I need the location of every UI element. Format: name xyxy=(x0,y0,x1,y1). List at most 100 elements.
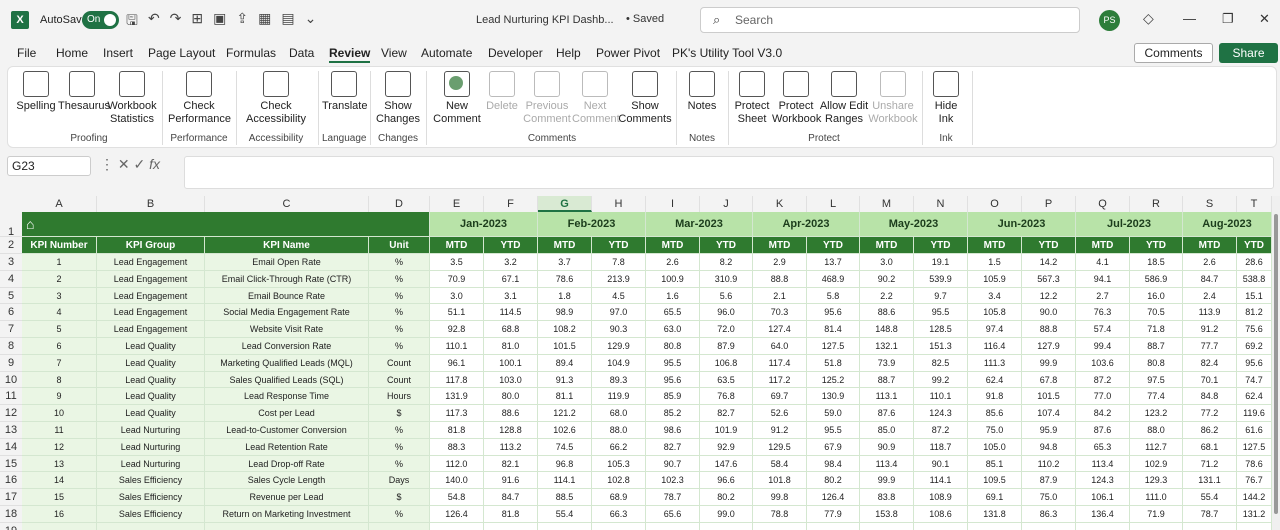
value-cell[interactable]: 87.2 xyxy=(1076,371,1130,389)
value-cell[interactable]: 104.9 xyxy=(592,354,646,372)
empty-cell[interactable] xyxy=(592,522,646,530)
value-cell[interactable]: 124.3 xyxy=(1076,472,1130,490)
kpi-cell[interactable]: $ xyxy=(369,489,430,506)
value-cell[interactable]: 127.9 xyxy=(1022,338,1076,355)
value-cell[interactable]: 127.5 xyxy=(1237,438,1272,456)
calculator-icon[interactable]: ▦ xyxy=(258,10,271,34)
row-header-8[interactable]: 8 xyxy=(0,338,22,355)
value-cell[interactable]: 88.7 xyxy=(860,371,914,389)
value-cell[interactable]: 144.2 xyxy=(1237,489,1272,506)
empty-cell[interactable] xyxy=(484,522,538,530)
value-cell[interactable]: 127.4 xyxy=(753,321,807,338)
column-title[interactable]: KPI Number xyxy=(22,237,97,254)
value-cell[interactable]: 108.6 xyxy=(914,506,968,523)
column-header-N[interactable]: N xyxy=(914,196,968,212)
row-header-1[interactable]: 1 xyxy=(0,212,22,238)
ytd-header[interactable]: YTD xyxy=(484,237,538,254)
value-cell[interactable]: 85.9 xyxy=(646,388,700,406)
kpi-cell[interactable]: Days xyxy=(369,472,430,490)
kpi-cell[interactable]: Revenue per Lead xyxy=(205,489,369,506)
thesaurus-button[interactable]: Thesaurus xyxy=(58,71,110,113)
value-cell[interactable]: 96.0 xyxy=(700,304,753,322)
value-cell[interactable]: 2.1 xyxy=(753,287,807,305)
value-cell[interactable]: 84.2 xyxy=(1076,405,1130,422)
value-cell[interactable]: 96.1 xyxy=(430,354,484,372)
column-header-O[interactable]: O xyxy=(968,196,1022,212)
value-cell[interactable]: 124.3 xyxy=(914,405,968,422)
value-cell[interactable]: 28.6 xyxy=(1237,254,1272,271)
value-cell[interactable]: 3.5 xyxy=(430,254,484,271)
save-icon[interactable]: 🖫 xyxy=(126,10,138,34)
kpi-cell[interactable]: % xyxy=(369,438,430,456)
tab-automate[interactable]: Automate xyxy=(421,46,472,60)
value-cell[interactable]: 131.1 xyxy=(1183,472,1237,490)
value-cell[interactable]: 58.4 xyxy=(753,455,807,473)
kpi-cell[interactable]: % xyxy=(369,455,430,473)
value-cell[interactable]: 119.6 xyxy=(1237,405,1272,422)
previous-comment-button[interactable]: Previous Comment xyxy=(522,71,572,126)
tab-data[interactable]: Data xyxy=(289,46,314,60)
value-cell[interactable]: 131.8 xyxy=(968,506,1022,523)
kpi-cell[interactable]: Lead Engagement xyxy=(97,287,205,305)
value-cell[interactable]: 16.0 xyxy=(1130,287,1183,305)
value-cell[interactable]: 14.2 xyxy=(1022,254,1076,271)
value-cell[interactable]: 80.0 xyxy=(484,388,538,406)
value-cell[interactable]: 586.9 xyxy=(1130,270,1183,288)
value-cell[interactable]: 95.6 xyxy=(646,371,700,389)
value-cell[interactable]: 85.1 xyxy=(968,455,1022,473)
value-cell[interactable]: 103.6 xyxy=(1076,354,1130,372)
value-cell[interactable]: 88.8 xyxy=(753,270,807,288)
value-cell[interactable]: 2.7 xyxy=(1076,287,1130,305)
value-cell[interactable]: 101.8 xyxy=(753,472,807,490)
row-header-18[interactable]: 18 xyxy=(0,506,22,523)
kpi-cell[interactable]: $ xyxy=(369,405,430,422)
kpi-cell[interactable]: Lead Quality xyxy=(97,354,205,372)
value-cell[interactable]: 105.8 xyxy=(968,304,1022,322)
empty-cell[interactable] xyxy=(646,522,700,530)
value-cell[interactable]: 63.0 xyxy=(646,321,700,338)
value-cell[interactable]: 13.7 xyxy=(807,254,860,271)
value-cell[interactable]: 81.8 xyxy=(484,506,538,523)
kpi-cell[interactable]: 7 xyxy=(22,354,97,372)
kpi-cell[interactable]: Lead Drop-off Rate xyxy=(205,455,369,473)
value-cell[interactable]: 107.4 xyxy=(1022,405,1076,422)
value-cell[interactable]: 77.4 xyxy=(1130,388,1183,406)
row-header-2[interactable]: 2 xyxy=(0,237,22,254)
value-cell[interactable]: 310.9 xyxy=(700,270,753,288)
kpi-cell[interactable]: % xyxy=(369,506,430,523)
tab-home[interactable]: Home xyxy=(56,46,88,60)
empty-cell[interactable] xyxy=(700,522,753,530)
value-cell[interactable]: 126.4 xyxy=(430,506,484,523)
value-cell[interactable]: 68.1 xyxy=(1183,438,1237,456)
value-cell[interactable]: 114.5 xyxy=(484,304,538,322)
value-cell[interactable]: 99.8 xyxy=(753,489,807,506)
value-cell[interactable]: 80.2 xyxy=(807,472,860,490)
value-cell[interactable]: 82.4 xyxy=(1183,354,1237,372)
value-cell[interactable]: 88.3 xyxy=(430,438,484,456)
share-icon[interactable]: ⇪ xyxy=(236,10,248,34)
kpi-cell[interactable]: 15 xyxy=(22,489,97,506)
value-cell[interactable]: 95.9 xyxy=(1022,422,1076,439)
kpi-cell[interactable]: % xyxy=(369,422,430,439)
kpi-cell[interactable]: 9 xyxy=(22,388,97,406)
value-cell[interactable]: 117.2 xyxy=(753,371,807,389)
kpi-cell[interactable]: Hours xyxy=(369,388,430,406)
tab-developer[interactable]: Developer xyxy=(488,46,543,60)
show-changes-button[interactable]: Show Changes xyxy=(376,71,420,126)
value-cell[interactable]: 81.2 xyxy=(1237,304,1272,322)
row-header-5[interactable]: 5 xyxy=(0,287,22,305)
empty-cell[interactable] xyxy=(1022,522,1076,530)
row-header-15[interactable]: 15 xyxy=(0,455,22,473)
value-cell[interactable]: 1.5 xyxy=(968,254,1022,271)
value-cell[interactable]: 68.9 xyxy=(592,489,646,506)
value-cell[interactable]: 101.9 xyxy=(700,422,753,439)
value-cell[interactable]: 99.0 xyxy=(700,506,753,523)
month-header[interactable]: Aug-2023 xyxy=(1183,212,1272,237)
value-cell[interactable]: 75.0 xyxy=(968,422,1022,439)
check-accessibility-button[interactable]: Check Accessibility xyxy=(240,71,312,126)
value-cell[interactable]: 91.8 xyxy=(968,388,1022,406)
value-cell[interactable]: 68.8 xyxy=(484,321,538,338)
tab-help[interactable]: Help xyxy=(556,46,581,60)
value-cell[interactable]: 99.2 xyxy=(914,371,968,389)
value-cell[interactable]: 7.8 xyxy=(592,254,646,271)
